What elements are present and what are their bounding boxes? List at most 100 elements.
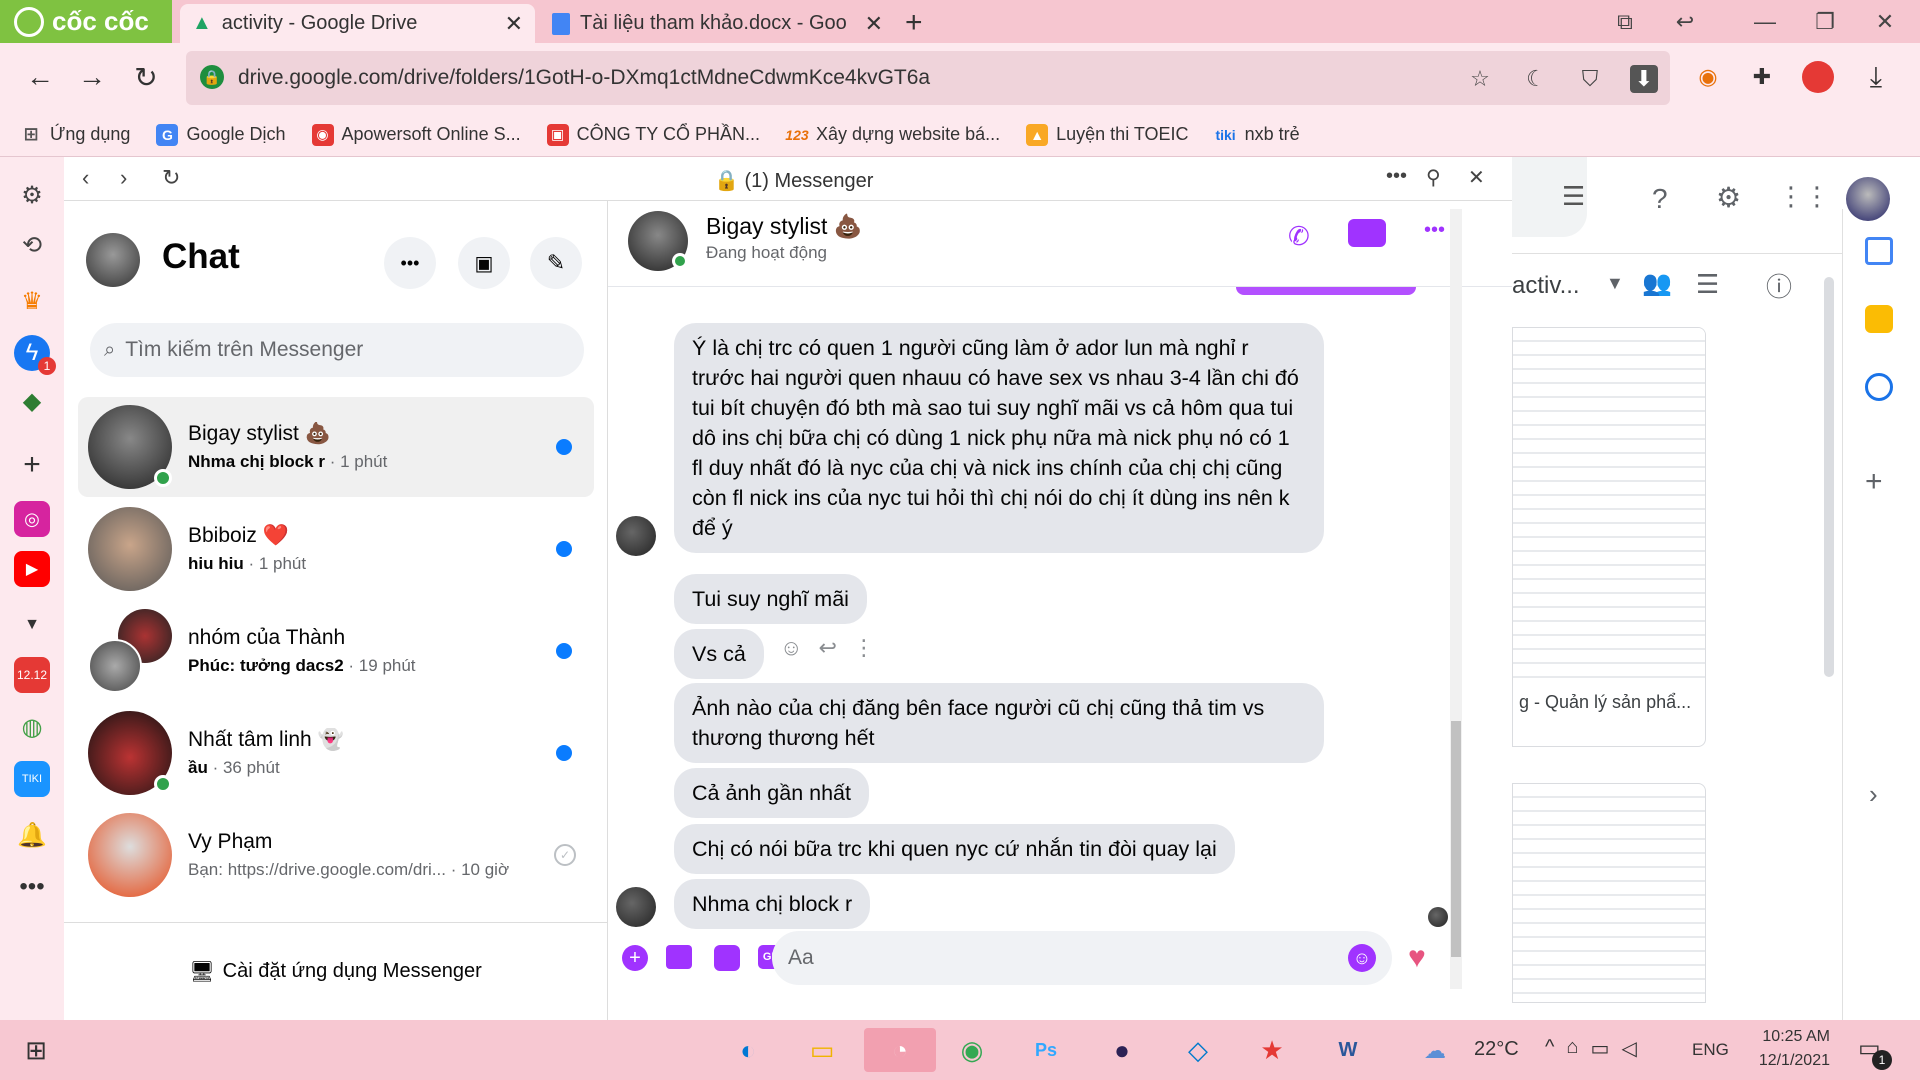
minimize-icon[interactable]: — — [1735, 0, 1795, 43]
bookmark-apps[interactable]: ⊞ Ứng dụng — [20, 124, 130, 146]
message-input[interactable]: Aa ☺ — [772, 931, 1392, 985]
unpin-icon[interactable]: ⚲ — [1426, 165, 1441, 190]
tray-chevron-icon[interactable]: ^ — [1545, 1036, 1554, 1061]
history-icon[interactable]: ⟲ — [14, 227, 50, 263]
message-bubble[interactable]: Chị có nói bữa trc khi quen nyc cứ nhắn … — [674, 824, 1235, 874]
share-people-icon[interactable]: 👥 — [1642, 269, 1672, 298]
shield-icon[interactable]: ⛉ — [1576, 65, 1604, 93]
video-call-icon[interactable] — [1348, 219, 1386, 247]
message-bubble[interactable]: Ảnh nào của chị đăng bên face người cũ c… — [674, 683, 1324, 763]
extensions-icon[interactable]: ✚ — [1740, 55, 1784, 99]
edge-icon[interactable]: ◐ — [724, 1028, 772, 1072]
audio-call-icon[interactable]: ✆ — [1288, 221, 1310, 252]
reload-icon[interactable]: ↻ — [162, 165, 180, 191]
more-vertical-icon[interactable]: ⋮ — [853, 635, 875, 661]
expand-panel-icon[interactable]: › — [1869, 779, 1878, 810]
screen-capture-icon[interactable]: ⧉ — [1595, 0, 1655, 43]
reload-button[interactable]: ↻ — [124, 55, 168, 99]
address-bar[interactable]: 🔒 drive.google.com/drive/folders/1GotH-o… — [186, 51, 1670, 105]
message-bubble[interactable]: Nhma chị block r — [674, 879, 871, 929]
more-options-icon[interactable]: ••• — [14, 869, 50, 905]
messenger-search[interactable]: ⌕ Tìm kiếm trên Messenger — [90, 323, 584, 377]
google-apps-icon[interactable]: ⋮⋮ — [1778, 181, 1830, 212]
bookmark-google-translate[interactable]: G Google Dịch — [156, 123, 286, 146]
volume-icon[interactable]: ◁ — [1621, 1036, 1636, 1061]
chrome-icon[interactable]: ◉ — [948, 1028, 996, 1072]
contact-name[interactable]: Bigay stylist 💩 — [706, 213, 862, 240]
bookmark-star-icon[interactable]: ☆ — [1466, 65, 1494, 93]
downloads-icon[interactable]: ⤓ — [1854, 55, 1898, 99]
coccoc-map-icon[interactable]: ◍ — [14, 709, 50, 745]
crown-icon[interactable]: ♛ — [14, 283, 50, 319]
bookmark-website[interactable]: 123 Xây dựng website bá... — [785, 124, 1000, 146]
heart-icon[interactable]: ♥ — [1408, 941, 1426, 975]
new-tab-button[interactable]: + — [905, 6, 923, 40]
avatar[interactable] — [628, 211, 688, 271]
notifications-icon[interactable]: 🔔 — [14, 817, 50, 853]
restore-icon[interactable]: ↩ — [1655, 0, 1715, 43]
tab-docs[interactable]: Tài liệu tham khảo.docx - Goo ✕ — [540, 4, 895, 43]
conversation-item[interactable]: Bbiboiz ❤️ hiu hiu · 1 phút — [78, 499, 594, 599]
message-bubble[interactable]: Vs cả — [674, 629, 764, 679]
eclipse-icon[interactable]: ● — [1098, 1028, 1146, 1072]
start-icon[interactable]: ⊞ — [12, 1028, 60, 1072]
file-explorer-icon[interactable]: ▭ — [798, 1028, 846, 1072]
conversation-item[interactable]: Vy Phạm Bạn: https://drive.google.com/dri… — [78, 805, 594, 905]
folder-dropdown-icon[interactable]: ▼ — [1606, 273, 1624, 294]
scrollbar[interactable] — [1450, 209, 1462, 989]
filter-icon[interactable]: ☰ — [1562, 181, 1585, 212]
scrollbar-thumb[interactable] — [1451, 721, 1461, 957]
coccoc-taskbar-icon[interactable]: ◔ — [864, 1028, 936, 1072]
battery-icon[interactable]: ▭ — [1590, 1036, 1609, 1061]
conversation-item[interactable]: nhóm của Thành Phúc: tưởng dacs2 · 19 phú… — [78, 601, 594, 701]
compose-button[interactable]: ✎ — [530, 237, 582, 289]
instagram-icon[interactable]: ◎ — [14, 501, 50, 537]
vscode-icon[interactable]: ◇ — [1174, 1028, 1222, 1072]
download-page-icon[interactable]: ⬇ — [1630, 65, 1658, 93]
photo-icon[interactable] — [666, 945, 692, 969]
new-video-call-button[interactable]: ▣ — [458, 237, 510, 289]
drive-scrollbar[interactable] — [1824, 277, 1834, 677]
tiki-sidebar-icon[interactable]: TIKI — [14, 761, 50, 797]
network-icon[interactable]: ⌂ — [1566, 1036, 1578, 1061]
close-window-icon[interactable]: ✕ — [1855, 0, 1915, 43]
temperature[interactable]: 22°C — [1474, 1038, 1519, 1061]
list-view-icon[interactable]: ☰ — [1696, 269, 1719, 300]
conversation-item[interactable]: Bigay stylist 💩 Nhma chị block r · 1 phút — [78, 397, 594, 497]
language-indicator[interactable]: ENG — [1692, 1040, 1729, 1060]
clock[interactable]: 10:25 AM 12/1/2021 — [1750, 1028, 1830, 1070]
coccoc-extension-icon[interactable]: ◉ — [1686, 55, 1730, 99]
bookmark-toeic[interactable]: ▲ Luyện thi TOEIC — [1026, 123, 1189, 146]
more-down-icon[interactable]: ▼ — [14, 607, 50, 643]
avatar[interactable] — [86, 233, 140, 287]
youtube-icon[interactable]: ▶ — [14, 551, 50, 587]
close-tab-icon[interactable]: ✕ — [865, 11, 883, 37]
settings-icon[interactable]: ⚙ — [14, 177, 50, 213]
tasks-icon[interactable] — [1865, 373, 1893, 401]
game-controller-icon[interactable]: ◆ — [14, 383, 50, 419]
sticker-icon[interactable] — [714, 945, 740, 971]
forward-icon[interactable]: › — [120, 165, 127, 191]
reply-icon[interactable]: ↩ — [818, 635, 836, 661]
message-bubble[interactable]: Ý là chị trc có quen 1 người cũng làm ở … — [674, 323, 1324, 553]
star-app-icon[interactable]: ★ — [1248, 1028, 1296, 1072]
weather-icon[interactable]: ☁ — [1424, 1038, 1446, 1064]
add-addon-icon[interactable]: + — [1865, 465, 1883, 499]
conversation-item[interactable]: Nhất tâm linh 👻 ầu · 36 phút — [78, 703, 594, 803]
info-icon[interactable]: ⓘ — [1766, 267, 1792, 304]
dark-mode-icon[interactable]: ☾ — [1522, 65, 1550, 93]
sale-icon[interactable]: 12.12 — [14, 657, 50, 693]
maximize-icon[interactable]: ❐ — [1795, 0, 1855, 43]
back-button[interactable]: ← — [18, 55, 62, 99]
coccoc-logo[interactable]: cốc cốc — [0, 0, 172, 43]
close-panel-icon[interactable]: ✕ — [1468, 165, 1485, 190]
photoshop-icon[interactable]: Ps — [1022, 1028, 1070, 1072]
calendar-icon[interactable] — [1865, 237, 1893, 265]
close-tab-icon[interactable]: ✕ — [505, 11, 523, 37]
more-icon[interactable]: ••• — [1386, 165, 1407, 188]
bookmark-apowersoft[interactable]: ◉ Apowersoft Online S... — [311, 123, 521, 146]
file-card[interactable] — [1512, 783, 1706, 1003]
react-icon[interactable]: ☺ — [780, 635, 802, 661]
word-icon[interactable]: W — [1324, 1028, 1372, 1072]
back-icon[interactable]: ‹ — [82, 165, 89, 191]
